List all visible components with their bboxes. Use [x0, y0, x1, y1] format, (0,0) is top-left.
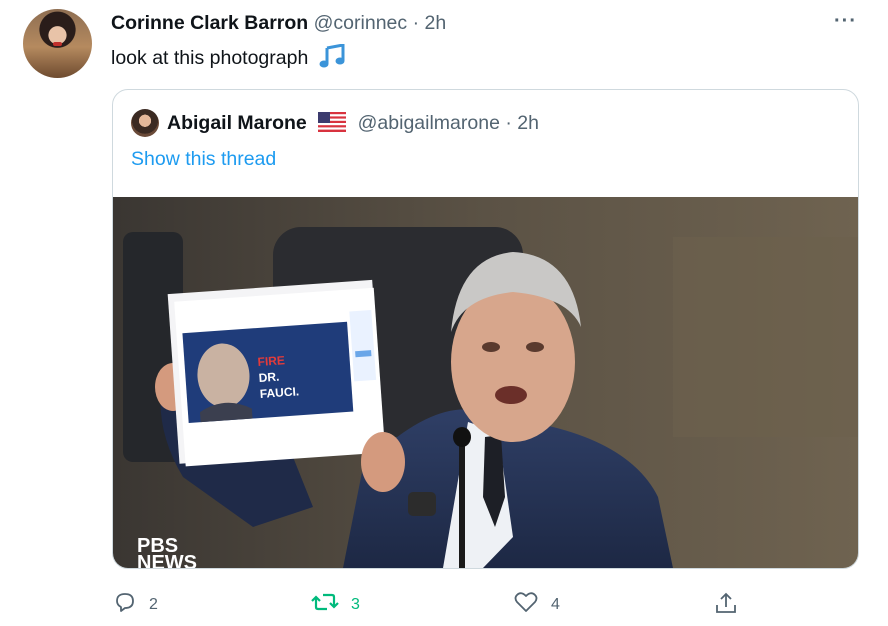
sign-text-fauci: FAUCI.: [259, 384, 299, 401]
reply-button[interactable]: 2: [113, 590, 158, 619]
heart-icon: [513, 590, 539, 619]
musical-notes-icon: [318, 43, 346, 74]
author-avatar[interactable]: [23, 9, 92, 78]
share-button[interactable]: [713, 590, 739, 621]
quoted-tweet-card[interactable]: Abigail Marone @abigailmarone · 2h Show …: [112, 89, 859, 569]
show-thread-link[interactable]: Show this thread: [131, 148, 276, 171]
tweet-text: look at this photograph: [111, 43, 346, 74]
like-count: 4: [551, 595, 560, 613]
share-icon: [713, 590, 739, 621]
sign-text-fire: FIRE: [257, 353, 285, 369]
tweet-action-bar: 2 3 4: [0, 590, 888, 620]
header-separator: ·: [412, 12, 420, 34]
sign-text-dr: DR.: [258, 370, 280, 385]
retweet-count: 3: [351, 595, 360, 613]
quoted-author-avatar: [131, 109, 159, 137]
quoted-header-separator: ·: [505, 112, 512, 134]
quoted-author-handle: @abigailmarone: [357, 112, 500, 134]
us-flag-icon: [318, 112, 347, 138]
author-handle[interactable]: @corinnec: [314, 12, 408, 34]
quoted-tweet-photo[interactable]: FIRE DR. FAUCI. PBS NEWS: [113, 197, 858, 568]
quoted-timestamp: 2h: [517, 112, 539, 134]
reply-count: 2: [149, 595, 158, 613]
reply-icon: [113, 590, 137, 619]
quoted-tweet-header: Abigail Marone @abigailmarone · 2h: [167, 112, 539, 138]
like-button[interactable]: 4: [513, 590, 560, 619]
tweet-header: Corinne Clark Barron @corinnec · 2h: [111, 12, 446, 35]
retweet-icon: [311, 590, 339, 619]
more-options-icon[interactable]: ···: [834, 10, 857, 33]
watermark-news: NEWS: [137, 552, 197, 568]
author-name[interactable]: Corinne Clark Barron: [111, 12, 308, 34]
quoted-author-name: Abigail Marone: [167, 112, 307, 134]
retweet-button[interactable]: 3: [311, 590, 360, 619]
tweet-text-content: look at this photograph: [111, 47, 309, 69]
tweet-timestamp[interactable]: 2h: [425, 12, 447, 34]
